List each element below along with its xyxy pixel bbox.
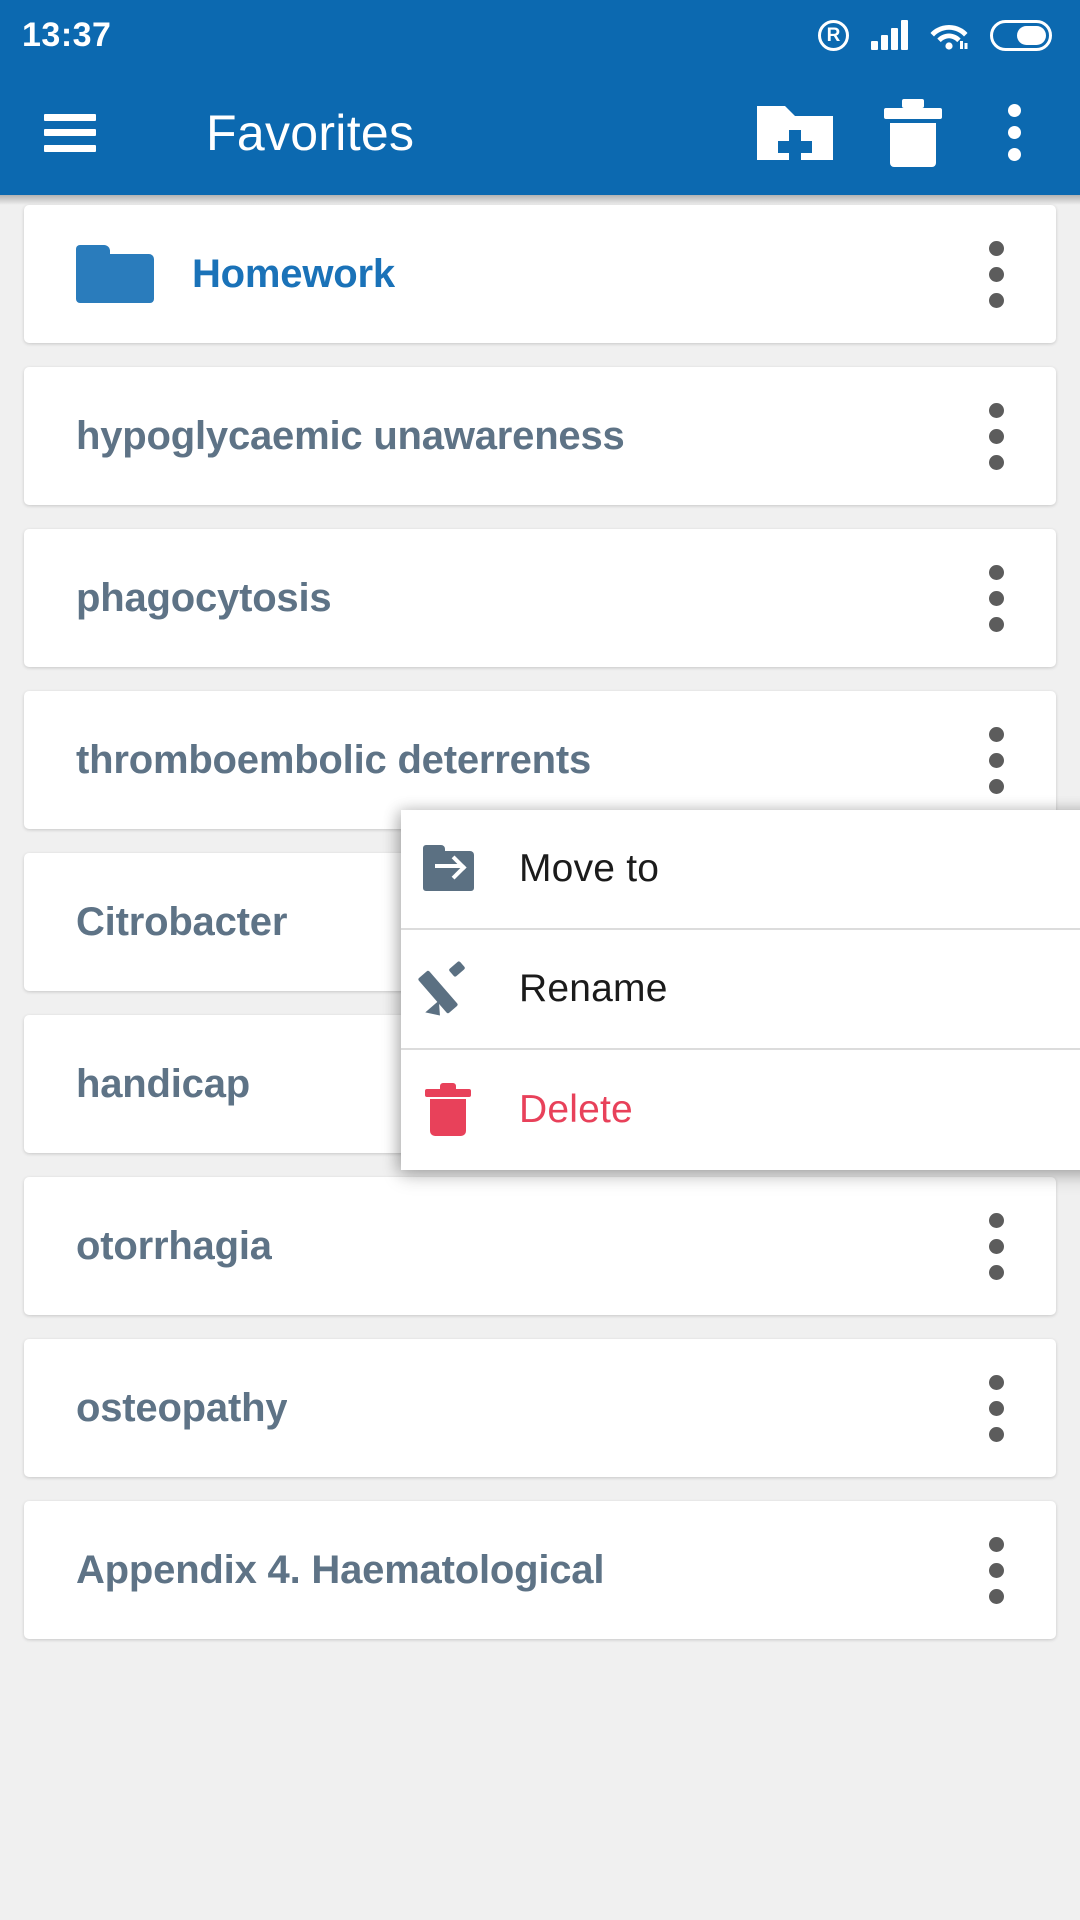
list-item[interactable]: phagocytosis <box>24 529 1056 667</box>
app-toolbar: Favorites <box>0 70 1080 195</box>
toolbar-actions <box>736 70 1080 195</box>
list-item-label: handicap <box>76 1061 250 1106</box>
context-menu-item-delete[interactable]: Delete <box>401 1050 1080 1170</box>
hamburger-icon[interactable] <box>44 113 96 152</box>
trash-icon <box>421 1082 477 1138</box>
list-item-label: Homework <box>192 251 395 296</box>
battery-icon <box>990 19 1052 51</box>
toolbar-shadow <box>0 195 1080 205</box>
list-item-label: Appendix 4. Haematological <box>76 1547 605 1592</box>
app-screen: 13:37 R Favorites Homework hypoglycaemic… <box>0 0 1080 1920</box>
context-menu-label: Move to <box>519 847 660 890</box>
pencil-icon <box>417 960 477 1022</box>
move-to-folder-icon <box>421 841 477 897</box>
row-overflow-icon[interactable] <box>977 1521 1016 1620</box>
list-item-label: otorrhagia <box>76 1223 272 1268</box>
row-overflow-icon[interactable] <box>977 1197 1016 1296</box>
context-menu-item-rename[interactable]: Rename <box>401 930 1080 1050</box>
row-overflow-icon[interactable] <box>977 1359 1016 1458</box>
new-folder-icon[interactable] <box>736 70 854 195</box>
row-overflow-icon[interactable] <box>977 225 1016 324</box>
page-title: Favorites <box>206 104 415 161</box>
signal-icon <box>871 20 908 50</box>
row-overflow-icon[interactable] <box>977 711 1016 810</box>
list-item[interactable]: Appendix 4. Haematological <box>24 1501 1056 1639</box>
list-item-label: thromboembolic deterrents <box>76 737 592 782</box>
row-overflow-icon[interactable] <box>977 387 1016 486</box>
list-item[interactable]: thromboembolic deterrents <box>24 691 1056 829</box>
roaming-icon: R <box>818 19 849 51</box>
list-item[interactable]: osteopathy <box>24 1339 1056 1477</box>
folder-icon <box>76 245 154 303</box>
row-overflow-icon[interactable] <box>977 549 1016 648</box>
context-menu: Move to Rename Delete <box>401 810 1080 1170</box>
status-icons: R <box>818 19 1052 51</box>
context-menu-label: Rename <box>519 967 668 1010</box>
list-item[interactable]: otorrhagia <box>24 1177 1056 1315</box>
context-menu-item-move-to[interactable]: Move to <box>401 810 1080 930</box>
list-item-label: hypoglycaemic unawareness <box>76 413 625 458</box>
list-item[interactable]: Homework <box>24 205 1056 343</box>
overflow-menu-icon[interactable] <box>972 70 1056 195</box>
trash-icon[interactable] <box>854 70 972 195</box>
context-menu-label: Delete <box>519 1088 633 1131</box>
list-item-label: osteopathy <box>76 1385 288 1430</box>
wifi-icon <box>930 20 968 50</box>
list-item-label: phagocytosis <box>76 575 332 620</box>
list-item[interactable]: hypoglycaemic unawareness <box>24 367 1056 505</box>
list-item-label: Citrobacter <box>76 899 288 944</box>
status-time: 13:37 <box>22 16 112 54</box>
status-bar: 13:37 R <box>0 0 1080 70</box>
